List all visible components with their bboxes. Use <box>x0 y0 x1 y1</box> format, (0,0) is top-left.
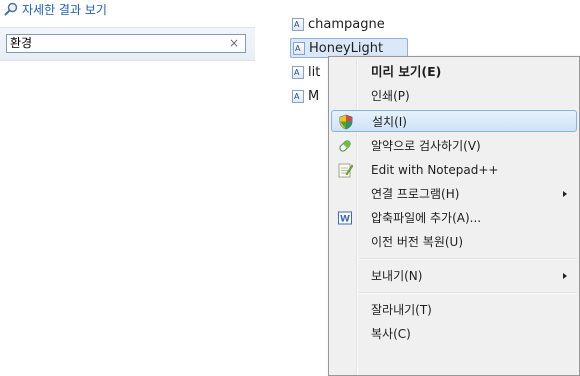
menu-item-add-to-archive[interactable]: W 압축파일에 추가(A)... <box>331 207 577 229</box>
menu-item-send-to[interactable]: 보내기(N) <box>331 265 577 287</box>
see-more-results-link[interactable]: 자세한 결과 보기 <box>4 0 107 18</box>
menu-item-label: 미리 보기(E) <box>371 64 442 79</box>
font-file-icon <box>292 65 304 79</box>
clear-search-button[interactable]: × <box>229 35 239 52</box>
menu-item-label: 보내기(N) <box>371 269 423 283</box>
menu-separator <box>359 292 577 294</box>
menu-item-label: 설치(I) <box>372 115 407 129</box>
file-name: M <box>308 88 320 104</box>
notepad-icon <box>337 162 353 178</box>
submenu-arrow-icon <box>563 273 567 279</box>
pill-icon <box>337 138 353 154</box>
menu-item-scan-with-alyac[interactable]: 알약으로 검사하기(V) <box>331 135 577 157</box>
file-item-selected[interactable]: HoneyLight <box>290 38 408 58</box>
menu-item-label: 알약으로 검사하기(V) <box>371 139 481 153</box>
search-icon <box>4 2 18 16</box>
menu-separator <box>359 258 577 260</box>
font-file-icon <box>292 17 304 31</box>
shield-icon <box>338 114 354 130</box>
file-name: champagne <box>308 16 385 32</box>
archive-icon: W <box>337 210 353 226</box>
file-name: lit <box>308 64 321 80</box>
menu-item-label: Edit with Notepad++ <box>371 163 499 177</box>
menu-item-open-with[interactable]: 연결 프로그램(H) <box>331 183 577 205</box>
font-file-icon <box>292 89 304 103</box>
menu-item-label: 인쇄(P) <box>371 89 410 103</box>
submenu-arrow-icon <box>563 191 567 197</box>
file-name: HoneyLight <box>309 40 384 56</box>
file-item[interactable]: M <box>290 86 322 106</box>
menu-item-label: 복사(C) <box>371 327 411 341</box>
see-more-results-label: 자세한 결과 보기 <box>22 2 107 17</box>
menu-item-preview[interactable]: 미리 보기(E) <box>331 61 577 83</box>
svg-text:W: W <box>340 215 350 225</box>
menu-item-cut[interactable]: 잘라내기(T) <box>331 299 577 321</box>
menu-item-copy[interactable]: 복사(C) <box>331 323 577 345</box>
menu-item-print[interactable]: 인쇄(P) <box>331 85 577 107</box>
menu-item-label: 잘라내기(T) <box>371 303 432 317</box>
font-file-icon <box>293 41 305 55</box>
menu-item-edit-with-notepad[interactable]: Edit with Notepad++ <box>331 159 577 181</box>
search-panel: × <box>0 27 255 61</box>
menu-item-label: 연결 프로그램(H) <box>371 187 460 201</box>
search-input[interactable] <box>10 35 220 52</box>
context-menu: 미리 보기(E) 인쇄(P) 설치(I) 알약으로 검사하기(V) Edit w… <box>328 56 580 376</box>
menu-item-label: 이전 버전 복원(U) <box>371 235 464 249</box>
menu-item-restore-previous-versions[interactable]: 이전 버전 복원(U) <box>331 231 577 253</box>
search-box[interactable]: × <box>6 34 246 53</box>
file-item[interactable]: champagne <box>290 14 388 34</box>
menu-item-label: 압축파일에 추가(A)... <box>371 211 482 225</box>
menu-item-install[interactable]: 설치(I) <box>331 110 577 132</box>
file-item[interactable]: lit <box>290 62 323 82</box>
